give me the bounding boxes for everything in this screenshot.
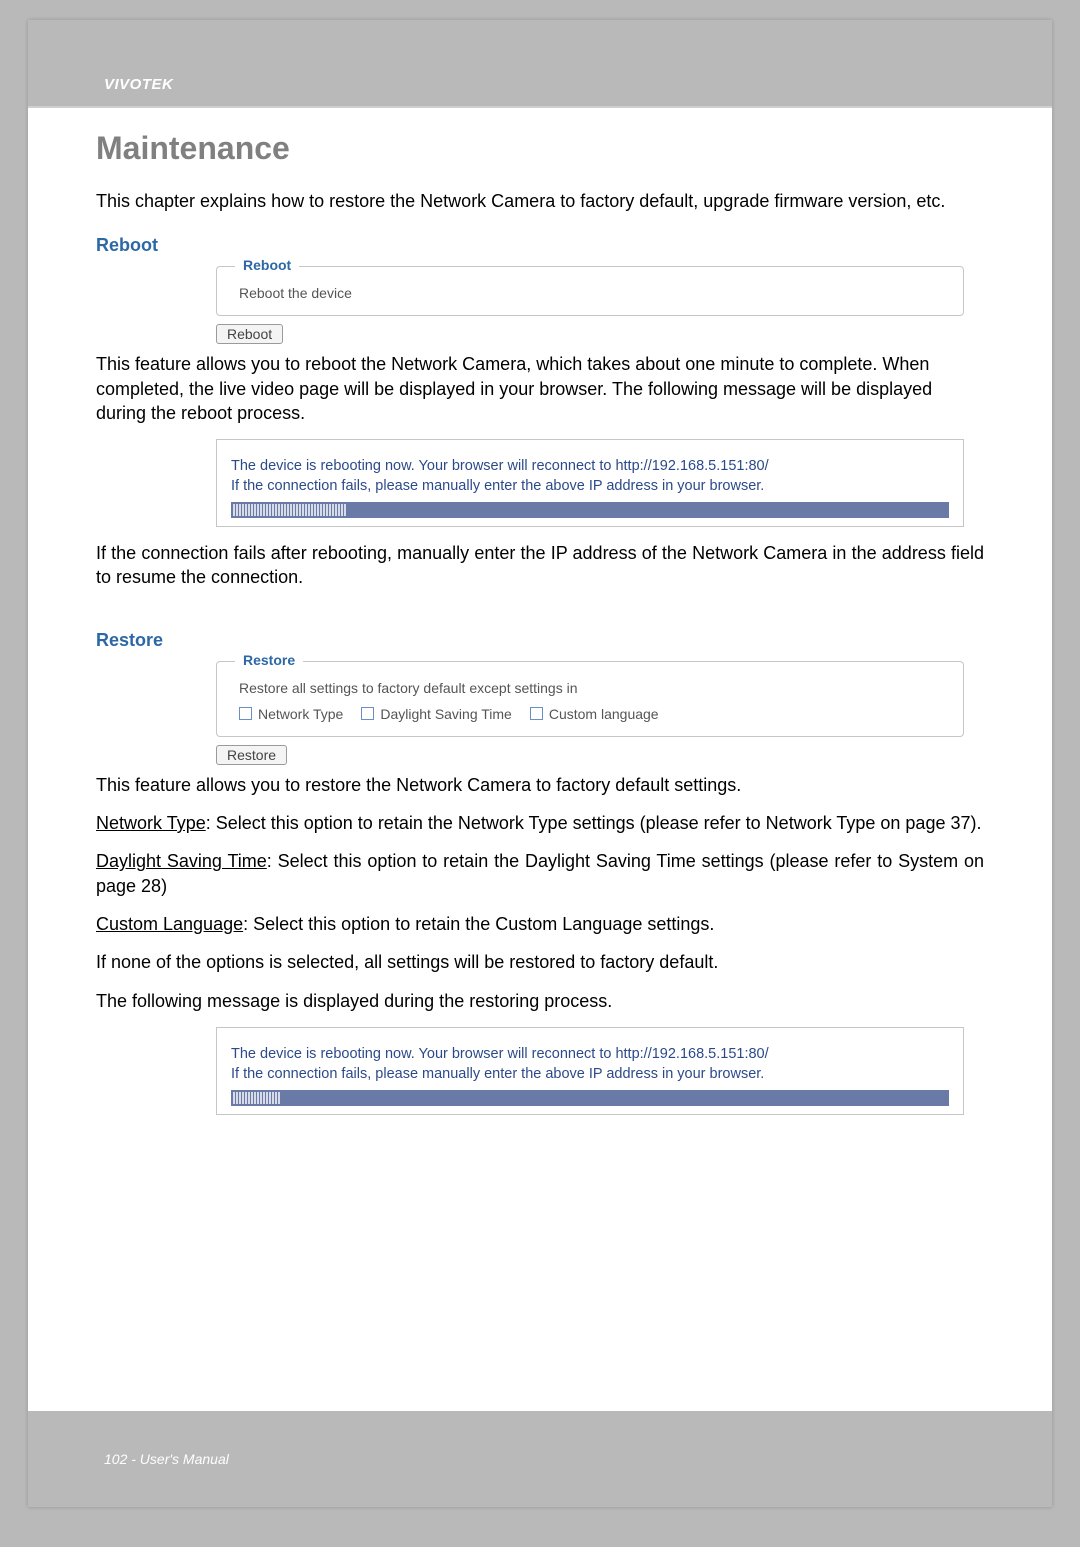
custom-language-paragraph: Custom Language: Select this option to r…: [96, 912, 984, 936]
custom-language-term: Custom Language: [96, 914, 243, 934]
reboot-button[interactable]: Reboot: [216, 324, 283, 344]
reboot-fieldset-text: Reboot the device: [239, 285, 945, 301]
restore-progress-bar: [231, 1090, 949, 1106]
restore-message-box: The device is rebooting now. Your browse…: [216, 1027, 964, 1115]
footer-text: 102 - User's Manual: [104, 1451, 229, 1467]
restore-fieldset: Restore Restore all settings to factory …: [216, 661, 964, 737]
daylight-saving-label: Daylight Saving Time: [380, 706, 512, 722]
network-type-checkbox[interactable]: Network Type: [239, 706, 343, 722]
network-type-label: Network Type: [258, 706, 343, 722]
reboot-description: This feature allows you to reboot the Ne…: [96, 352, 984, 425]
header-background: [28, 20, 1052, 106]
reboot-fieldset: Reboot Reboot the device: [216, 266, 964, 316]
page-content: Maintenance This chapter explains how to…: [96, 130, 984, 1129]
custom-language-label: Custom language: [549, 706, 659, 722]
restore-fieldset-text: Restore all settings to factory default …: [239, 680, 945, 696]
dst-term: Daylight Saving Time: [96, 851, 267, 871]
header-divider: [28, 106, 1052, 108]
custom-language-text: : Select this option to retain the Custo…: [243, 914, 714, 934]
document-page: VIVOTEK Maintenance This chapter explain…: [28, 20, 1052, 1507]
reboot-heading: Reboot: [96, 235, 984, 256]
reboot-progress-bar: [231, 502, 949, 518]
custom-language-checkbox[interactable]: Custom language: [530, 706, 659, 722]
daylight-saving-checkbox[interactable]: Daylight Saving Time: [361, 706, 512, 722]
reboot-msg-line2: If the connection fails, please manually…: [231, 478, 949, 494]
restore-msg-line2: If the connection fails, please manually…: [231, 1066, 949, 1082]
page-title: Maintenance: [96, 130, 984, 167]
restore-heading: Restore: [96, 630, 984, 651]
reboot-after-text: If the connection fails after rebooting,…: [96, 541, 984, 590]
restore-msg-line1: The device is rebooting now. Your browse…: [231, 1046, 949, 1062]
network-type-term: Network Type: [96, 813, 206, 833]
restore-description: This feature allows you to restore the N…: [96, 773, 984, 797]
restore-legend: Restore: [235, 652, 303, 668]
restore-following-text: The following message is displayed durin…: [96, 989, 984, 1013]
progress-ticks: [233, 504, 357, 516]
brand-label: VIVOTEK: [104, 76, 173, 93]
checkbox-box-icon: [239, 707, 252, 720]
dst-paragraph: Daylight Saving Time: Select this option…: [96, 849, 984, 898]
reboot-message-box: The device is rebooting now. Your browse…: [216, 439, 964, 527]
restore-options-row: Network Type Daylight Saving Time Custom…: [239, 706, 945, 722]
reboot-legend: Reboot: [235, 257, 299, 273]
restore-none-text: If none of the options is selected, all …: [96, 950, 984, 974]
checkbox-box-icon: [530, 707, 543, 720]
network-type-text: : Select this option to retain the Netwo…: [206, 813, 982, 833]
intro-paragraph: This chapter explains how to restore the…: [96, 189, 984, 213]
restore-button[interactable]: Restore: [216, 745, 287, 765]
checkbox-box-icon: [361, 707, 374, 720]
progress-ticks: [233, 1092, 287, 1104]
reboot-msg-line1: The device is rebooting now. Your browse…: [231, 458, 949, 474]
network-type-paragraph: Network Type: Select this option to reta…: [96, 811, 984, 835]
